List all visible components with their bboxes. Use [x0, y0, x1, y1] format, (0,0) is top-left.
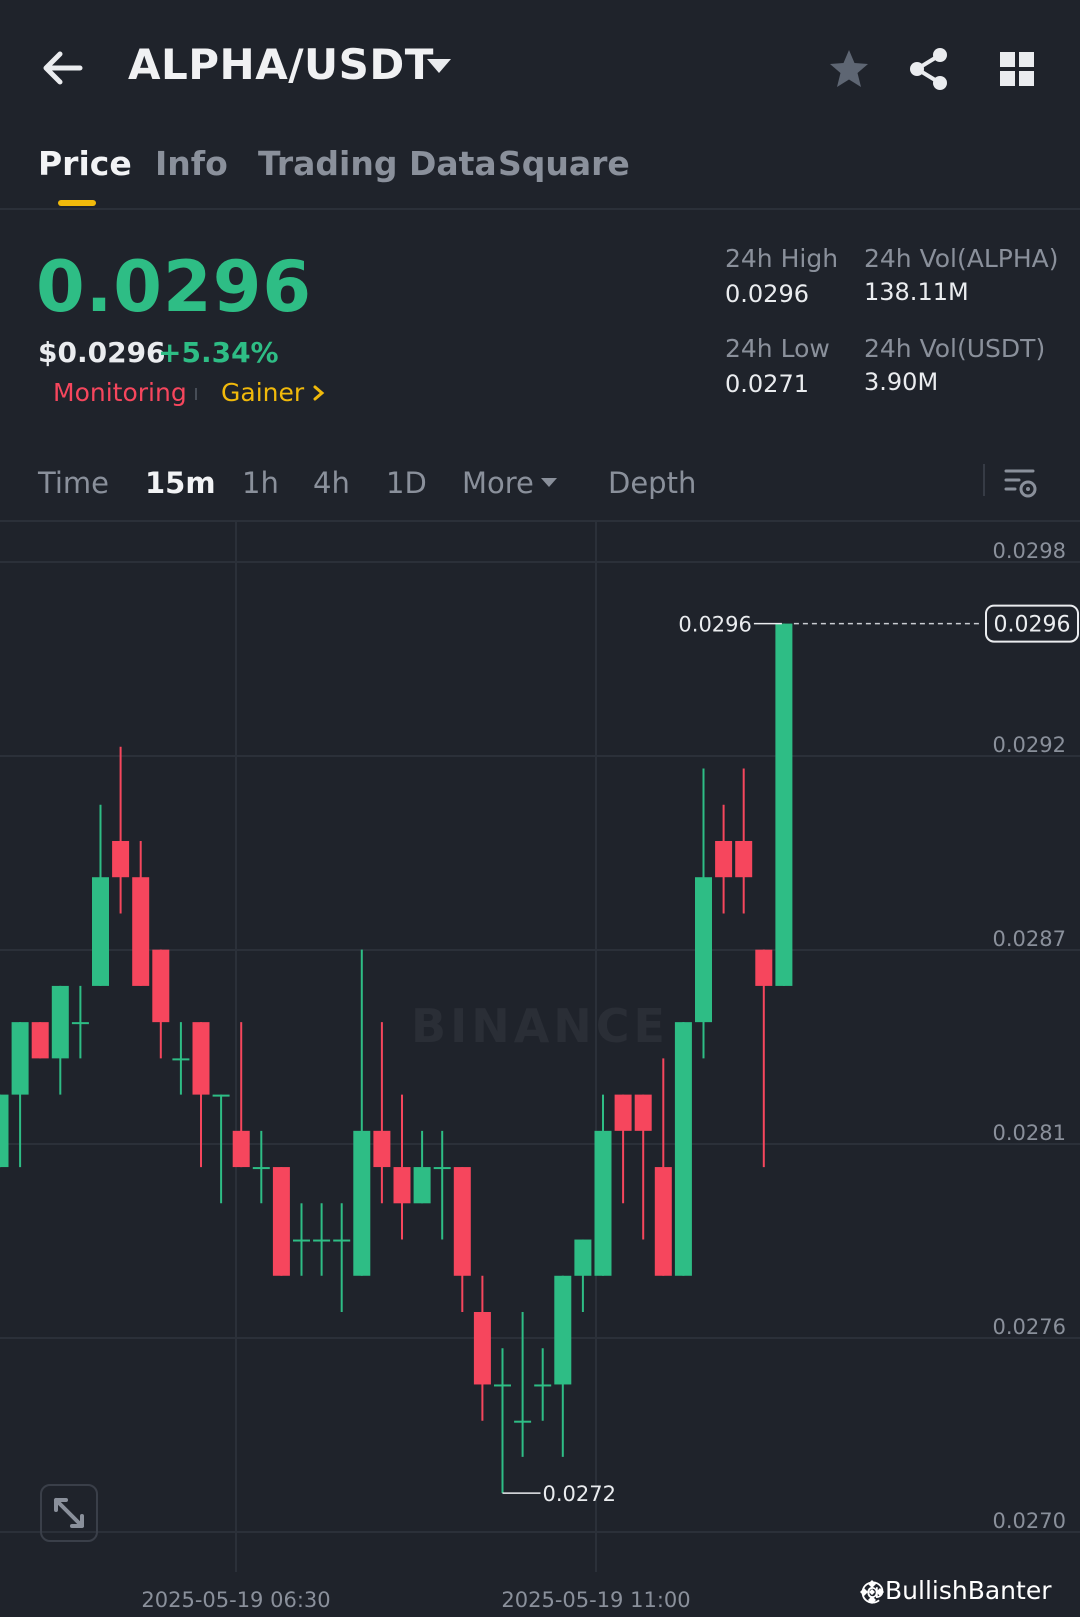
active-tab-indicator [58, 200, 96, 206]
candle-body [172, 1058, 190, 1061]
last-price: 0.0296 [36, 246, 313, 328]
candle-body [473, 1312, 491, 1385]
candle-body [132, 877, 150, 986]
candle-body [634, 1094, 652, 1131]
price-chart[interactable]: 0.0298 0.0292 0.0287 0.0281 0.0276 0.0270 2025… [0, 522, 1080, 1617]
candle-body [11, 1022, 29, 1095]
y-tick-label: 0.0292 [993, 733, 1066, 757]
tab-trading-data[interactable]: Trading Data [258, 144, 497, 183]
fullscreen-button[interactable] [40, 1484, 98, 1542]
last-price-badge-text: 0.0296 [994, 613, 1071, 638]
interval-depth[interactable]: Depth [608, 466, 696, 500]
candle-body [92, 877, 109, 986]
min-price-label: 0.0272 [543, 1482, 616, 1506]
x-tick-label: 2025-05-19 11:00 [501, 1588, 690, 1612]
back-arrow-icon[interactable] [38, 46, 88, 90]
share-icon[interactable] [906, 46, 952, 92]
more-caret-icon[interactable] [540, 476, 558, 488]
candle-body [212, 1094, 230, 1097]
candle-body [695, 877, 712, 1023]
binance-watermark: BINANCE [411, 999, 669, 1053]
star-icon[interactable] [826, 46, 872, 92]
candle-body [413, 1167, 431, 1204]
candle-body [192, 1022, 210, 1095]
y-tick-label: 0.0287 [993, 927, 1066, 951]
price-change-percent: +5.34% [158, 336, 279, 369]
interval-1d[interactable]: 1D [386, 466, 427, 500]
high-24h-value: 0.0296 [725, 280, 809, 308]
candle-body [614, 1094, 632, 1131]
low-24h-label: 24h Low [725, 334, 830, 363]
candle-body [775, 623, 793, 986]
tab-price[interactable]: Price [38, 144, 132, 183]
candle-body [373, 1130, 391, 1168]
monitoring-tag[interactable]: Monitoring [53, 378, 187, 407]
top-bar: ALPHA/USDT [0, 0, 1080, 140]
candle-body [112, 840, 130, 878]
tab-info[interactable]: Info [155, 144, 228, 183]
candle-body [152, 949, 170, 1023]
candle-body [494, 1384, 511, 1387]
interval-divider [983, 464, 985, 496]
interval-1h[interactable]: 1h [242, 466, 279, 500]
chevron-right-icon[interactable] [312, 384, 326, 402]
interval-time[interactable]: Time [38, 466, 109, 500]
tab-square[interactable]: Square [498, 144, 630, 183]
gainer-tag[interactable]: Gainer [221, 378, 304, 407]
y-tick-label: 0.0276 [993, 1315, 1066, 1339]
candle-body [654, 1167, 672, 1276]
candle-body [393, 1167, 411, 1204]
interval-4h[interactable]: 4h [313, 466, 350, 500]
low-24h-value: 0.0271 [725, 370, 809, 398]
candle-body [0, 1094, 9, 1168]
vol-quote-value: 3.90M [864, 368, 939, 396]
app-screen: ALPHA/USDT Price Info Trading Data Squar… [0, 0, 1080, 1617]
vol-base-value: 138.11M [864, 278, 969, 306]
candle-body [534, 1384, 552, 1387]
candle-body [252, 1167, 270, 1170]
candle-body [755, 949, 773, 986]
x-tick-label: 2025-05-19 06:30 [141, 1588, 330, 1612]
candle-body [594, 1130, 612, 1276]
y-tick-label: 0.0298 [993, 539, 1066, 563]
candle-body [674, 1022, 692, 1276]
candlestick-chart[interactable]: 0.0298 0.0292 0.0287 0.0281 0.0276 0.0270 2025… [0, 522, 1080, 1617]
candle-body [353, 1130, 371, 1276]
vol-base-label: 24h Vol(ALPHA) [864, 244, 1059, 273]
pair-title[interactable]: ALPHA/USDT [128, 40, 434, 89]
candle-body [333, 1239, 351, 1242]
interval-15m[interactable]: 15m [145, 466, 216, 500]
candle-body [51, 985, 69, 1059]
candle-body [232, 1130, 250, 1168]
high-24h-label: 24h High [725, 244, 839, 273]
watermark-handle: @BullishBanter [860, 1576, 1052, 1605]
chevron-down-icon[interactable] [425, 56, 453, 76]
candle-body [735, 840, 753, 878]
tag-divider [195, 388, 197, 400]
interval-more[interactable]: More [462, 466, 534, 500]
y-tick-label: 0.0270 [993, 1509, 1066, 1533]
main-tabs: Price Info Trading Data Square [0, 130, 1080, 210]
candle-body [554, 1275, 572, 1385]
vol-quote-label: 24h Vol(USDT) [864, 334, 1046, 363]
candle-body [31, 1022, 49, 1059]
candle-body [514, 1420, 532, 1423]
grid-icon[interactable] [994, 46, 1040, 92]
candle-body [293, 1239, 310, 1242]
candle-body [574, 1239, 592, 1276]
interval-bar: Time 15m 1h 4h 1D More Depth [0, 448, 1080, 522]
y-tick-label: 0.0281 [993, 1121, 1066, 1145]
candle-body [71, 1022, 89, 1025]
candle-body [433, 1167, 451, 1170]
candle-body [313, 1239, 331, 1242]
chart-settings-icon[interactable] [1003, 466, 1039, 500]
candle-body [272, 1167, 290, 1276]
expand-icon [54, 1498, 84, 1528]
candle-body [715, 840, 733, 878]
usd-price: $0.0296 [38, 336, 166, 369]
max-price-label: 0.0296 [678, 613, 751, 637]
candle-body [453, 1167, 471, 1276]
